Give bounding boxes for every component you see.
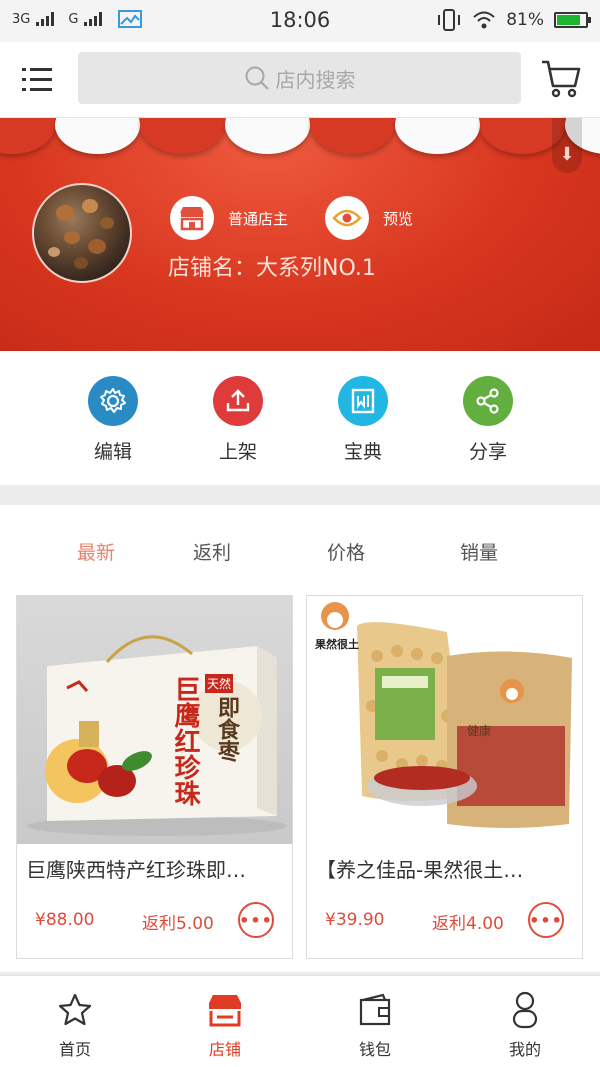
tab-rebate[interactable]: 返利 — [172, 538, 252, 565]
upload-icon — [213, 376, 263, 426]
edit-button[interactable]: 编辑 — [73, 376, 153, 464]
nav-wallet[interactable]: 钱包 — [325, 990, 425, 1060]
battery-level — [557, 15, 580, 25]
gear-icon — [88, 376, 138, 426]
share-button[interactable]: 分享 — [448, 376, 528, 464]
nav-wallet-label: 钱包 — [358, 1040, 391, 1059]
box-brand-text: 巨鹰红珍珠 — [170, 676, 200, 806]
box-subtext: 即食枣 — [214, 696, 239, 762]
nav-mine[interactable]: 我的 — [475, 990, 575, 1060]
nav-mine-label: 我的 — [508, 1040, 541, 1059]
battery-percent: 81% — [506, 10, 544, 30]
shop-actions: 编辑 上架 宝典 分享 — [0, 351, 600, 485]
star-icon — [55, 990, 95, 1030]
search-icon — [245, 66, 269, 90]
shop-role-label: 普通店主 — [228, 209, 289, 228]
search-placeholder: 店内搜索 — [275, 67, 356, 92]
pull-down-arrow-icon[interactable]: ⬇ — [552, 118, 582, 173]
product-rebate: 返利4.00 — [432, 914, 504, 934]
tab-newest[interactable]: 最新 — [56, 538, 136, 565]
nav-shop-label: 店铺 — [208, 1040, 241, 1059]
status-bar: 3G G 18:06 81% — [0, 0, 600, 42]
sort-tabs: 最新 返利 价格 销量 — [0, 505, 600, 590]
nav-home-label: 首页 — [58, 1040, 91, 1059]
user-icon — [505, 990, 545, 1030]
awning-decoration — [0, 118, 600, 154]
eye-icon — [325, 196, 369, 240]
product-image[interactable]: 果然很土 健康 — [307, 596, 582, 844]
list-product-button[interactable]: 上架 — [198, 376, 278, 464]
product-rebate: 返利5.00 — [142, 914, 214, 934]
menu-list-icon[interactable] — [22, 66, 56, 94]
top-header: 店内搜索 — [0, 42, 600, 118]
product-title[interactable]: 【养之佳品-果然很土… — [316, 854, 578, 883]
share-label: 分享 — [468, 441, 507, 463]
battery-icon — [554, 12, 591, 28]
product-image[interactable]: 巨鹰红珍珠 即食枣 天然 — [17, 596, 292, 844]
pack-label-text: 健康 — [467, 724, 492, 738]
more-options-icon[interactable]: ••• — [528, 902, 564, 938]
wallet-icon — [355, 990, 395, 1030]
brand-logo-text: 果然很土 — [315, 638, 359, 651]
wifi-icon — [473, 11, 495, 29]
product-card[interactable]: 果然很土 健康 【养之佳品-果然很土… ¥39.90 返利4.00 ••• — [306, 595, 583, 959]
handbook-button[interactable]: 宝典 — [323, 376, 403, 464]
vibrate-icon — [438, 9, 461, 31]
more-options-icon[interactable]: ••• — [238, 902, 274, 938]
store-name: 店铺名：大系列NO.1 — [168, 256, 376, 281]
tab-sales[interactable]: 销量 — [439, 538, 519, 565]
system-indicators: 81% — [436, 9, 591, 31]
tab-price[interactable]: 价格 — [306, 538, 386, 565]
search-input[interactable]: 店内搜索 — [78, 52, 521, 104]
book-icon — [338, 376, 388, 426]
edit-label: 编辑 — [93, 441, 132, 463]
handbook-label: 宝典 — [343, 441, 382, 463]
product-price: ¥39.90 — [325, 910, 385, 930]
store-icon — [205, 990, 245, 1030]
shop-banner: ⬇ 普通店主 预览 店铺名：大系列NO.1 — [0, 118, 600, 351]
preview-label: 预览 — [383, 209, 414, 228]
nav-shop[interactable]: 店铺 — [175, 990, 275, 1060]
shop-role-badge[interactable]: 普通店主 — [170, 196, 288, 240]
cart-icon[interactable] — [540, 58, 582, 100]
list-product-label: 上架 — [218, 441, 257, 463]
bottom-nav: 首页 店铺 钱包 我的 — [0, 975, 600, 1067]
nav-home[interactable]: 首页 — [25, 990, 125, 1060]
store-icon — [170, 196, 214, 240]
shop-avatar[interactable] — [32, 183, 132, 283]
box-tag: 天然 — [205, 674, 234, 693]
product-grid: 巨鹰红珍珠 即食枣 天然 巨鹰陕西特产红珍珠即… ¥88.00 返利5.00 •… — [0, 590, 600, 972]
preview-button[interactable]: 预览 — [325, 196, 413, 240]
product-title[interactable]: 巨鹰陕西特产红珍珠即… — [26, 854, 288, 883]
product-price: ¥88.00 — [35, 910, 95, 930]
share-icon — [463, 376, 513, 426]
product-card[interactable]: 巨鹰红珍珠 即食枣 天然 巨鹰陕西特产红珍珠即… ¥88.00 返利5.00 •… — [16, 595, 293, 959]
